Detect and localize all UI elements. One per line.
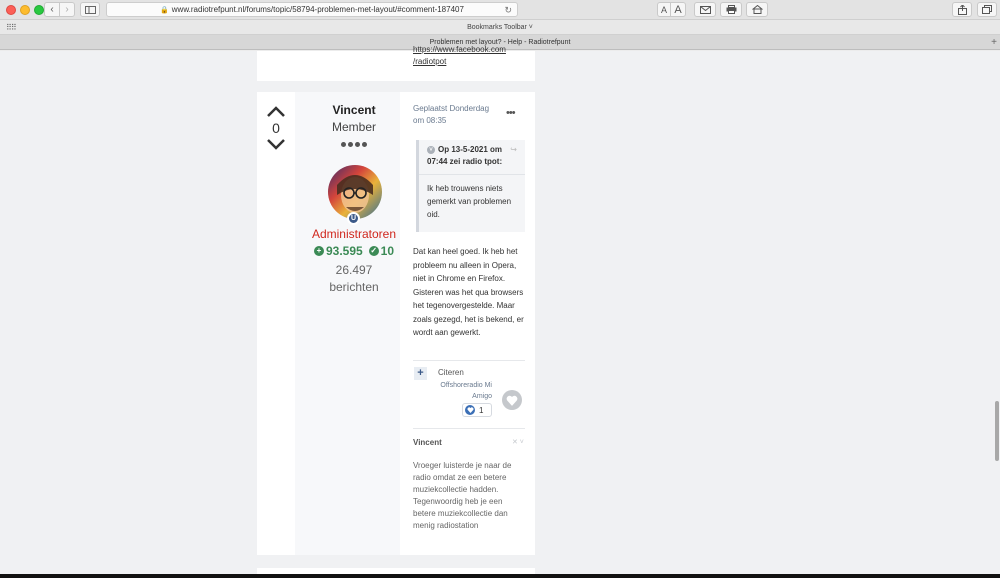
- home-icon: [751, 5, 763, 14]
- rank-pips: [341, 142, 367, 147]
- heart-icon: [506, 395, 518, 406]
- apps-grid-icon[interactable]: ⠿⠿: [6, 20, 17, 35]
- back-button[interactable]: ‹: [44, 2, 60, 17]
- post-count-label: berichten: [329, 280, 379, 294]
- avatar-image: [328, 165, 382, 219]
- author-group: Administratoren: [311, 227, 397, 241]
- quote-divider: [419, 174, 525, 175]
- react-button[interactable]: [502, 390, 522, 410]
- downvote-icon[interactable]: [264, 138, 288, 152]
- author-rank: Member: [331, 120, 376, 134]
- share-icon: [957, 4, 967, 15]
- post-date[interactable]: Geplaatst Donderdag om 08:35: [413, 103, 498, 127]
- font-smaller-button[interactable]: A: [657, 2, 671, 17]
- quote-header: ˅ Op 13-5-2021 om 07:44 zei radio tpot:: [427, 144, 523, 168]
- signature-text: Vroeger luisterde je naar de radio omdat…: [413, 461, 512, 530]
- window-zoom-button[interactable]: [34, 5, 44, 15]
- staff-badge: U: [347, 212, 360, 225]
- author-stats: + 93.595 ✓ 10: [300, 244, 408, 258]
- printer-icon: [726, 5, 736, 14]
- chevron-left-icon: ‹: [50, 4, 54, 15]
- signature-hide-icon[interactable]: ✕ ˅: [512, 438, 524, 446]
- quote-header-text: Op 13-5-2021 om 07:44 zei radio tpot:: [427, 145, 503, 166]
- font-larger-button[interactable]: A: [670, 2, 686, 17]
- plus-circle-icon: +: [313, 246, 324, 256]
- author-post-count: 26.497 berichten: [300, 262, 408, 296]
- mail-button[interactable]: [694, 2, 716, 17]
- forward-button[interactable]: ›: [59, 2, 75, 17]
- quoted-post: ˅ Op 13-5-2021 om 07:44 zei radio tpot: ↪…: [416, 140, 525, 232]
- post-count-value: 26.497: [335, 263, 373, 277]
- signature-divider: [413, 428, 525, 429]
- check-circle-icon: ✓: [368, 246, 379, 256]
- reload-icon[interactable]: ↻: [504, 5, 512, 16]
- sidebar-toggle-button[interactable]: [80, 2, 100, 17]
- bookmarks-toolbar: ⠿⠿ Bookmarks Toolbar ˅: [0, 20, 1000, 35]
- print-button[interactable]: [720, 2, 742, 17]
- lock-icon: 🔒: [160, 6, 169, 14]
- dock-edge: [0, 574, 1000, 578]
- browser-toolbar: ‹ › 🔒 www.radiotrefpunt.nl/forums/topic/…: [0, 0, 1000, 20]
- share-button[interactable]: [952, 2, 972, 17]
- reaction-user[interactable]: Offshoreradio Mi Amigo: [432, 380, 492, 402]
- previous-post-link[interactable]: /radiotpot: [413, 56, 506, 68]
- envelope-icon: [699, 5, 711, 14]
- chevron-right-icon: ›: [65, 4, 69, 15]
- author-name[interactable]: Vincent: [300, 103, 408, 117]
- quote-button[interactable]: Citeren: [438, 368, 464, 377]
- previous-post-link[interactable]: https://www.facebook.com: [413, 44, 506, 56]
- upvote-icon[interactable]: [264, 104, 288, 118]
- home-button[interactable]: [746, 2, 768, 17]
- window-minimize-button[interactable]: [20, 5, 30, 15]
- tabs-icon: [982, 5, 992, 14]
- page-scrollbar[interactable]: [992, 51, 1000, 578]
- solutions-stat: ✓ 10: [368, 244, 395, 258]
- collapse-icon[interactable]: ˅: [427, 146, 435, 154]
- address-url: www.radiotrefpunt.nl/forums/topic/58794-…: [171, 5, 464, 14]
- actions-divider: [413, 360, 525, 361]
- post-body: Dat kan heel goed. Ik heb het probleem n…: [413, 247, 524, 337]
- tab-overview-button[interactable]: [977, 2, 997, 17]
- address-bar[interactable]: 🔒 www.radiotrefpunt.nl/forums/topic/5879…: [106, 2, 518, 17]
- post-menu-icon[interactable]: •••: [506, 107, 516, 119]
- reputation-value: 93.595: [325, 244, 363, 258]
- reaction-count: 1: [479, 405, 484, 415]
- quote-text: Ik heb trouwens niets gemerkt van proble…: [427, 184, 512, 219]
- vote-count: 0: [272, 120, 280, 136]
- quote-share-icon[interactable]: ↪: [510, 145, 517, 154]
- reputation-stat: + 93.595: [313, 244, 363, 258]
- bookmarks-toolbar-label[interactable]: Bookmarks Toolbar ˅: [467, 24, 533, 31]
- scrollbar-thumb[interactable]: [995, 401, 999, 461]
- solutions-value: 10: [380, 244, 395, 258]
- signature-author: Vincent: [413, 438, 442, 447]
- heart-icon: [465, 405, 475, 415]
- sidebar-icon: [84, 5, 96, 14]
- author-panel: [295, 92, 400, 555]
- vote-widget: 0: [264, 104, 288, 152]
- previous-post-links: https://www.facebook.com /radiotpot: [413, 44, 506, 68]
- new-tab-icon[interactable]: +: [991, 35, 997, 50]
- multiquote-button[interactable]: +: [414, 367, 427, 380]
- reaction-summary[interactable]: 1: [462, 403, 492, 417]
- window-close-button[interactable]: [6, 5, 16, 15]
- avatar[interactable]: [328, 165, 382, 219]
